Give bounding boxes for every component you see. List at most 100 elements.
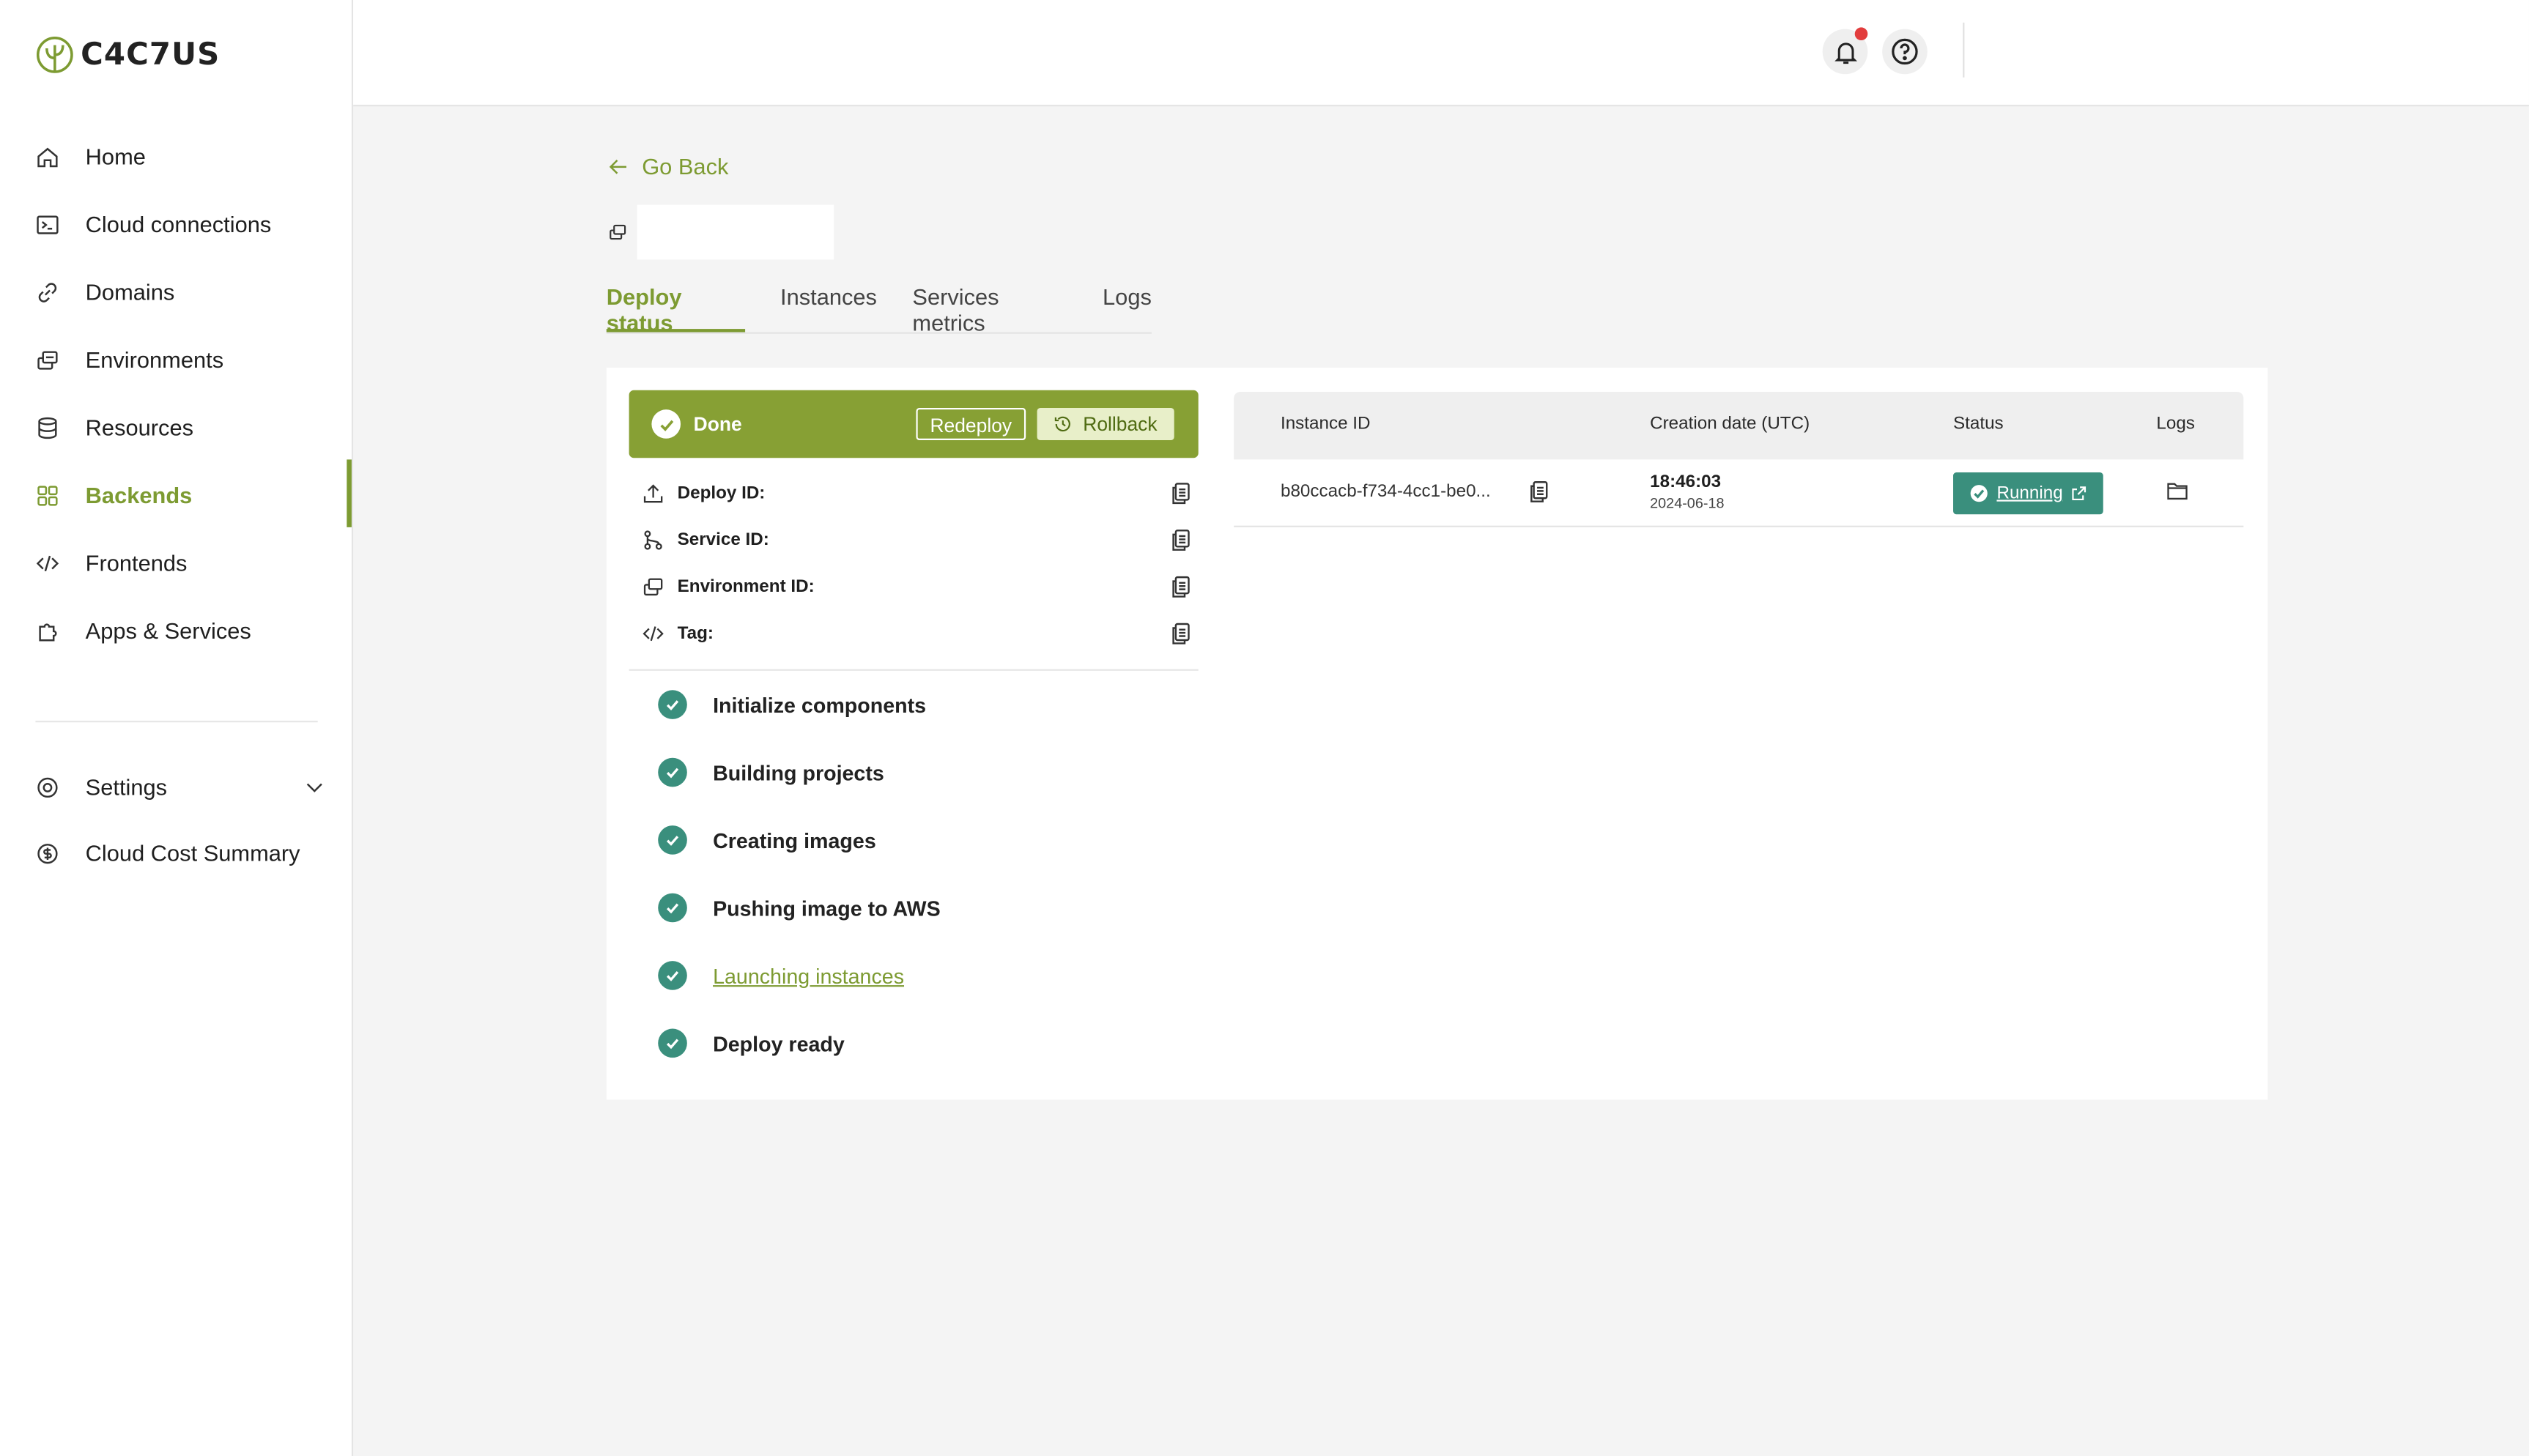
step-label: Building projects xyxy=(713,760,884,785)
copy-icon[interactable] xyxy=(1171,576,1190,603)
sidebar-item-environments[interactable]: Environments xyxy=(35,346,341,373)
sidebar-item-label: Resources xyxy=(85,414,194,441)
sidebar-item-label: Backends xyxy=(85,482,193,508)
topbar-divider xyxy=(1963,22,1965,78)
dollar-icon xyxy=(37,842,58,863)
page-title xyxy=(637,204,834,260)
sidebar-item-label: Domains xyxy=(85,278,175,305)
table-header: Instance ID Creation date (UTC) Status L… xyxy=(1234,391,2244,460)
step-label: Deploy ready xyxy=(713,1030,845,1055)
creation-time: 18:46:03 xyxy=(1650,472,1722,492)
sidebar-item-settings[interactable]: Settings xyxy=(35,774,341,800)
grid-icon xyxy=(37,485,58,505)
deploy-status-card: Done Redeploy Rollback Deploy ID: Servic… xyxy=(606,367,2268,1100)
link-icon xyxy=(38,282,57,302)
environment-id-row: Environment ID: xyxy=(642,571,1191,603)
brand-name: C4C7US xyxy=(81,37,221,73)
environments-icon xyxy=(642,576,664,598)
app-window: C4C7US Home Cloud connections Domains En… xyxy=(0,0,2529,1456)
cactus-logo-icon xyxy=(36,36,73,73)
deploy-id-label: Deploy ID: xyxy=(677,483,766,503)
active-indicator xyxy=(347,459,352,527)
sidebar-item-domains[interactable]: Domains xyxy=(35,279,341,305)
sidebar-item-cloud-connections[interactable]: Cloud connections xyxy=(35,211,341,237)
sidebar-item-label: Home xyxy=(85,143,146,170)
column-header: Status xyxy=(1953,414,2004,434)
upload-icon xyxy=(642,482,664,505)
copy-icon[interactable] xyxy=(1529,480,1548,508)
check-circle-icon xyxy=(651,409,681,439)
tab-instances[interactable]: Instances xyxy=(780,283,877,332)
copy-icon[interactable] xyxy=(1171,529,1190,556)
column-header: Logs xyxy=(2156,414,2195,434)
deploy-id-row: Deploy ID: xyxy=(642,478,1191,510)
step-link-label[interactable]: Launching instances xyxy=(713,963,904,987)
status-running-button[interactable]: Running xyxy=(1953,472,2103,515)
sidebar-item-apps-services[interactable]: Apps & Services xyxy=(35,617,341,643)
check-circle-icon xyxy=(658,893,687,923)
rollback-button[interactable]: Rollback xyxy=(1037,407,1174,441)
check-circle-icon xyxy=(658,1028,687,1058)
tab-logs[interactable]: Logs xyxy=(1103,283,1152,332)
check-circle-icon xyxy=(658,690,687,719)
home-icon xyxy=(37,146,58,167)
code-icon xyxy=(642,623,664,645)
step-label: Pushing image to AWS xyxy=(713,895,941,920)
code-icon xyxy=(36,554,59,571)
notification-dot xyxy=(1854,27,1868,41)
step-launching-instances[interactable]: Launching instances xyxy=(658,961,904,990)
sidebar-item-label: Cloud Cost Summary xyxy=(85,839,300,866)
brand-logo[interactable]: C4C7US xyxy=(35,35,220,74)
folder-icon[interactable] xyxy=(2166,480,2189,506)
copy-icon[interactable] xyxy=(1171,482,1190,509)
arrow-left-icon xyxy=(609,158,627,174)
copy-icon[interactable] xyxy=(1171,623,1190,650)
database-icon xyxy=(38,416,57,439)
deploy-status-label: Done xyxy=(693,412,742,436)
step-initialize-components: Initialize components xyxy=(658,690,926,719)
status-label: Running xyxy=(1996,483,2063,503)
step-deploy-ready: Deploy ready xyxy=(658,1028,845,1058)
step-pushing-image: Pushing image to AWS xyxy=(658,893,941,923)
table-row: b80ccacb-f734-4cc1-be0... 18:46:03 2024-… xyxy=(1234,459,2244,527)
sidebar-divider xyxy=(35,721,318,723)
meta-divider xyxy=(629,669,1199,671)
service-id-label: Service ID: xyxy=(677,530,769,550)
gear-icon xyxy=(37,776,58,797)
check-circle-icon xyxy=(1970,485,1988,502)
rollback-label: Rollback xyxy=(1083,412,1158,436)
sidebar-item-label: Apps & Services xyxy=(85,617,251,644)
instances-table: Instance ID Creation date (UTC) Status L… xyxy=(1234,391,2244,527)
environment-id-label: Environment ID: xyxy=(677,577,815,597)
deploy-status-bar: Done Redeploy Rollback xyxy=(629,390,1199,458)
sidebar-item-cloud-cost-summary[interactable]: Cloud Cost Summary xyxy=(35,840,341,866)
sidebar-item-home[interactable]: Home xyxy=(35,144,341,169)
go-back-link[interactable]: Go Back xyxy=(608,153,728,179)
step-label: Initialize components xyxy=(713,692,927,717)
step-label: Creating images xyxy=(713,828,876,853)
tag-label: Tag: xyxy=(677,623,714,644)
terminal-icon xyxy=(37,215,59,234)
redeploy-button[interactable]: Redeploy xyxy=(916,407,1026,441)
sidebar-item-label: Frontends xyxy=(85,549,188,576)
tab-services-metrics[interactable]: Services metrics xyxy=(912,283,1067,335)
step-building-projects: Building projects xyxy=(658,757,884,787)
instance-id-cell: b80ccacb-f734-4cc1-be0... xyxy=(1280,482,1491,502)
help-icon xyxy=(1892,38,1918,65)
tab-deploy-status[interactable]: Deploy status xyxy=(606,283,745,335)
sidebar: C4C7US Home Cloud connections Domains En… xyxy=(0,0,354,1456)
environments-icon xyxy=(37,350,58,369)
check-circle-icon xyxy=(658,757,687,787)
git-branch-icon xyxy=(642,529,664,551)
sidebar-item-label: Cloud connections xyxy=(85,211,272,237)
creation-date: 2024-06-18 xyxy=(1650,494,1725,511)
column-header: Creation date (UTC) xyxy=(1650,414,1810,434)
tag-row: Tag: xyxy=(642,617,1191,650)
sidebar-item-backends[interactable]: Backends xyxy=(35,482,341,508)
chevron-down-icon[interactable] xyxy=(303,776,326,798)
sidebar-item-resources[interactable]: Resources xyxy=(35,415,341,440)
sidebar-item-frontends[interactable]: Frontends xyxy=(35,550,341,576)
help-button[interactable] xyxy=(1882,29,1928,75)
column-header: Instance ID xyxy=(1280,414,1371,434)
notifications-button[interactable] xyxy=(1822,27,1868,75)
